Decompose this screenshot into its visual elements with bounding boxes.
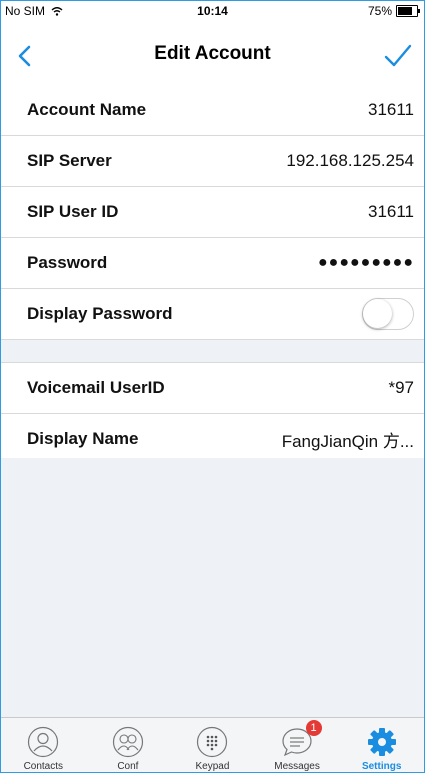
display-password-toggle[interactable]	[362, 298, 414, 330]
sip-server-label: SIP Server	[27, 151, 112, 170]
sip-user-id-label: SIP User ID	[27, 202, 119, 221]
group-icon	[112, 726, 143, 758]
tab-settings[interactable]: Settings	[339, 718, 424, 772]
status-time: 10:14	[197, 4, 228, 18]
checkmark-icon[interactable]	[382, 41, 414, 71]
account-name-row[interactable]: Account Name 31611	[1, 85, 424, 136]
navigation-bar: Edit Account	[1, 21, 424, 86]
battery-percent: 75%	[367, 4, 392, 18]
display-name-value: FangJianQin 方...	[281, 431, 414, 451]
sip-server-row[interactable]: SIP Server 192.168.125.254	[1, 136, 424, 187]
app-frame: No SIM 10:14 75% Edit Account Account Na…	[0, 0, 425, 773]
page-title: Edit Account	[154, 43, 271, 64]
keypad-icon	[197, 726, 228, 758]
toggle-knob	[363, 299, 392, 328]
sip-server-value: 192.168.125.254	[286, 151, 414, 170]
tab-conf-label: Conf	[117, 761, 139, 772]
voicemail-userid-label: Voicemail UserID	[27, 378, 165, 397]
tab-contacts[interactable]: Contacts	[1, 718, 86, 772]
account-name-label: Account Name	[27, 100, 147, 119]
messages-badge: 1	[305, 720, 322, 736]
empty-area	[1, 458, 424, 717]
tab-contacts-label: Contacts	[23, 761, 64, 772]
voicemail-userid-row[interactable]: Voicemail UserID *97	[1, 363, 424, 414]
person-icon	[28, 726, 59, 758]
password-value: ●●●●●●●●●	[318, 254, 414, 271]
tab-messages[interactable]: 1 Messages	[255, 718, 340, 772]
tab-settings-label: Settings	[361, 761, 402, 772]
voicemail-userid-value: *97	[388, 378, 414, 397]
tab-messages-label: Messages	[274, 761, 320, 772]
display-password-label: Display Password	[27, 304, 173, 323]
account-name-value: 31611	[367, 100, 414, 119]
gear-icon	[367, 728, 396, 756]
display-password-row: Display Password	[1, 289, 424, 340]
battery-status: 75%	[367, 4, 420, 18]
status-bar: No SIM 10:14 75%	[1, 1, 424, 21]
password-row[interactable]: Password ●●●●●●●●●	[1, 238, 424, 289]
sip-user-id-value: 31611	[367, 202, 414, 221]
tab-bar: Contacts Conf Keypad 1 Messages Settings	[1, 717, 424, 772]
password-label: Password	[27, 253, 108, 272]
section-divider	[1, 340, 424, 363]
battery-icon	[396, 5, 420, 17]
tab-keypad[interactable]: Keypad	[170, 718, 255, 772]
display-name-label: Display Name	[27, 429, 139, 448]
tab-keypad-label: Keypad	[195, 761, 230, 772]
tab-conf[interactable]: Conf	[86, 718, 171, 772]
account-settings-list: Account Name 31611 SIP Server 192.168.12…	[1, 85, 424, 465]
sip-user-id-row[interactable]: SIP User ID 31611	[1, 187, 424, 238]
